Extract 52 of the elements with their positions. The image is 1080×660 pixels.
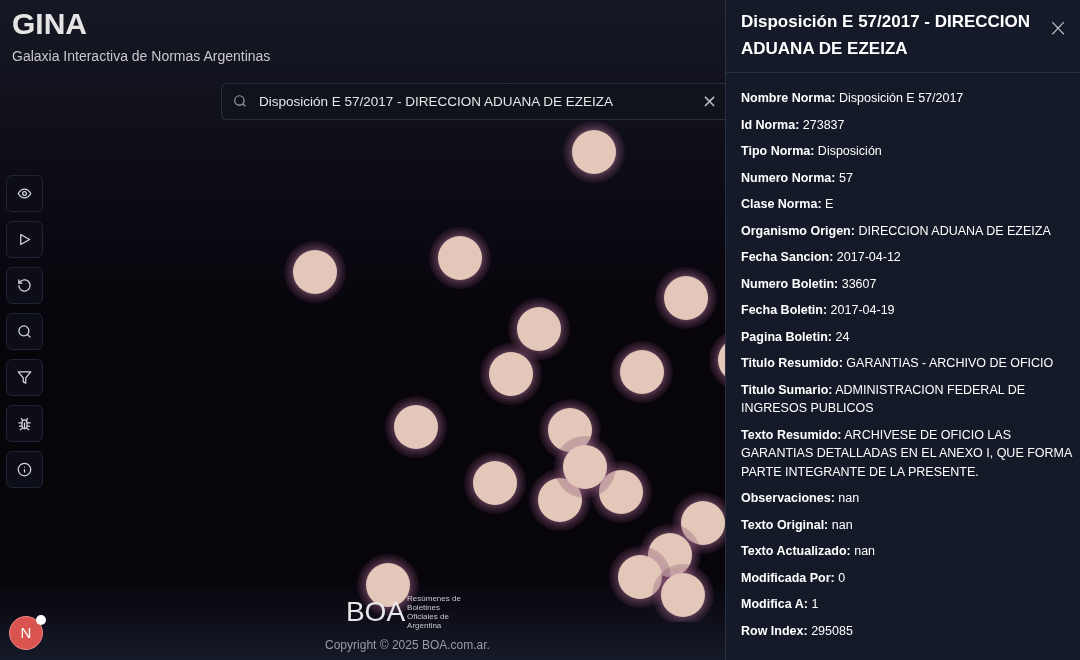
field-text: Numero Norma: 57 <box>741 169 854 187</box>
node[interactable] <box>563 121 625 183</box>
play-button[interactable] <box>6 221 43 258</box>
field-text: Nombre Norma: Disposición E 57/2017 <box>741 90 965 107</box>
eye-button[interactable] <box>6 175 43 212</box>
field-text: Clase Norma: E <box>741 196 835 213</box>
info-icon <box>17 462 32 477</box>
reset-button[interactable] <box>6 267 43 304</box>
clear-button[interactable]: × <box>701 91 717 111</box>
search-button[interactable] <box>6 313 43 350</box>
node[interactable] <box>554 436 616 498</box>
reset-icon <box>17 278 32 293</box>
copyright-text: Copyright © 2025 BOA.com.ar. <box>325 637 490 654</box>
field-text: Texto Original: nan <box>741 516 854 534</box>
node[interactable] <box>464 452 526 514</box>
panel-title: Disposición E 57/2017 - DIRECCION ADUANA DE EZEIZA <box>741 11 1032 60</box>
field-text: Tipo Norma: Disposición <box>741 143 883 160</box>
close-button[interactable]: × <box>1047 16 1068 40</box>
bug-button[interactable] <box>6 405 43 442</box>
bug-icon <box>17 416 32 431</box>
field-text: Id Norma: 273837 <box>741 116 846 134</box>
eye-icon <box>17 186 32 201</box>
node[interactable] <box>652 564 714 622</box>
search-icon <box>233 94 247 108</box>
field-text: Titulo Sumario: ADMINISTRACION FEDERAL DE INGRESOS PUBLICOS <box>741 381 1027 417</box>
search-icon <box>17 324 32 339</box>
field-text: Modifica A: 1 <box>741 596 820 613</box>
filter-icon <box>17 370 32 385</box>
app-title: GINA <box>12 6 88 42</box>
boa-logo: BOA <box>345 597 406 627</box>
field-text: Texto Resumido: ARCHIVESE DE OFICIO LAS GARANTIAS DETALLADAS EN EL ANEXO I, QUE FORMA PARTE INTEGRANTE DE LA PRESENTE. <box>741 426 1072 481</box>
field-text: Pagina Boletin: 24 <box>741 328 851 346</box>
field-text: Organismo Origen: DIRECCION ADUANA DE EZEIZA <box>741 222 1052 240</box>
logo-tagline: Resúmenes de Boletines Oficiales de Argentina <box>407 594 462 630</box>
app-subtitle: Galaxia Interactiva de Normas Argentinas <box>12 47 271 66</box>
filter-button[interactable] <box>6 359 43 396</box>
node[interactable] <box>480 343 542 405</box>
node[interactable] <box>385 396 447 458</box>
field-text: Titulo Resumido: GARANTIAS - ARCHIVO DE OFICIO <box>741 355 1055 372</box>
node[interactable] <box>655 267 717 329</box>
node[interactable] <box>284 241 346 303</box>
field-text: Modificada Por: 0 <box>741 569 847 587</box>
play-icon <box>17 232 32 247</box>
field-text: Texto Actualizado: nan <box>741 543 877 560</box>
field-text: Numero Boletin: 33607 <box>741 275 878 293</box>
info-button[interactable] <box>6 451 43 488</box>
field-text: Observaciones: nan <box>741 490 861 507</box>
node[interactable] <box>429 227 491 289</box>
node[interactable] <box>611 341 673 403</box>
field-text: Row Index: 295085 <box>741 622 854 640</box>
field-text: Fecha Sancion: 2017-04-12 <box>741 249 902 266</box>
field-text: Fecha Boletin: 2017-04-19 <box>741 302 896 319</box>
